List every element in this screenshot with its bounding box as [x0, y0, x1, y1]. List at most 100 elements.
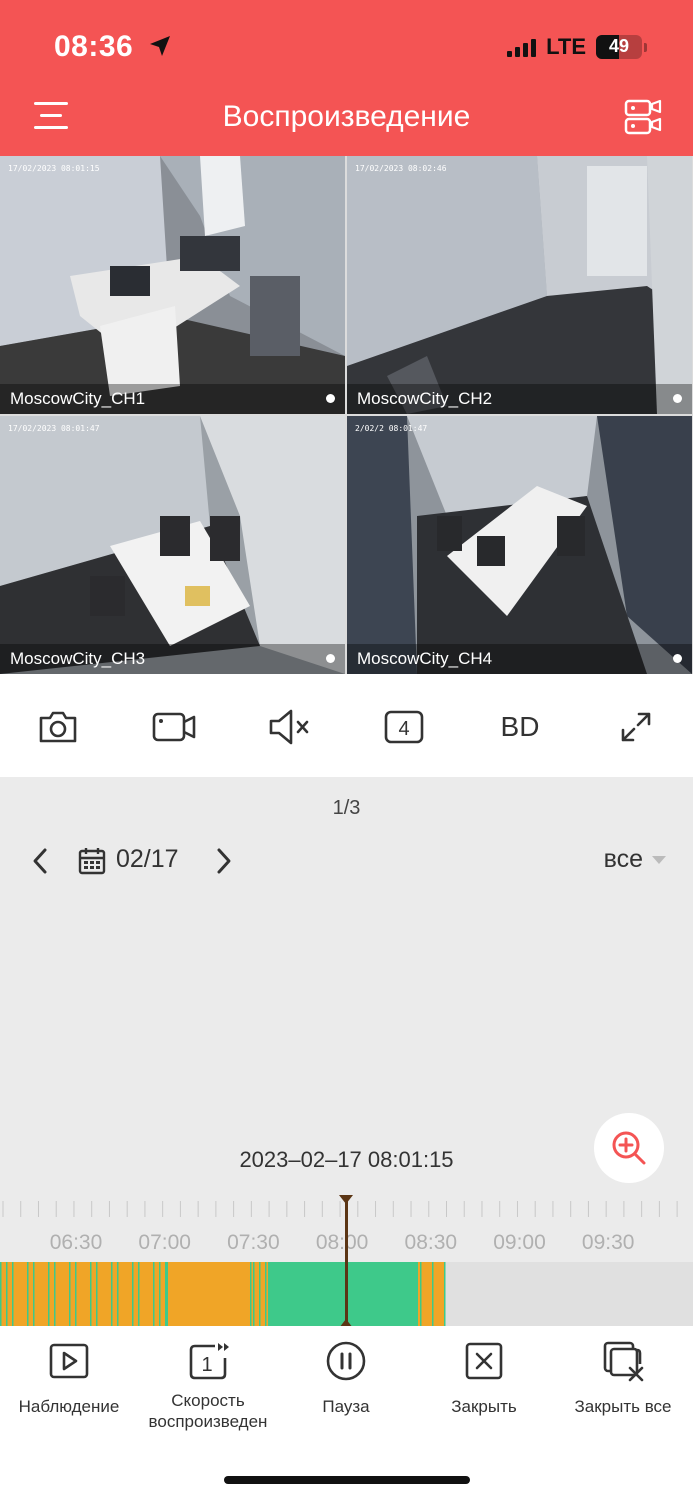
- network-label: LTE: [546, 34, 586, 59]
- location-arrow-icon: [150, 36, 170, 56]
- recording-segment: [117, 1262, 119, 1326]
- fullscreen-icon: [621, 712, 651, 742]
- battery-percent: 49: [608, 36, 630, 56]
- camera-tile-ch3[interactable]: 17/02/2023 08:01:47 MoscowCity_CH3: [0, 416, 345, 674]
- playback-toolbar: 4 BD: [0, 674, 693, 777]
- live-view-button[interactable]: Наблюдение: [0, 1340, 138, 1417]
- status-dot-icon: [673, 654, 682, 663]
- battery-icon: 49: [596, 35, 642, 59]
- recording-segment: [165, 1262, 168, 1326]
- recording-segment: [75, 1262, 77, 1326]
- camera-tile-ch1[interactable]: 17/02/2023 08:01:15 MoscowCity_CH1: [0, 156, 345, 414]
- pause-icon: [326, 1341, 366, 1381]
- quality-button[interactable]: BD: [497, 704, 543, 750]
- bottom-nav: Наблюдение 1 Скорость воспроизведен Пауз…: [0, 1326, 693, 1500]
- camera-name: MoscowCity_CH2: [357, 389, 493, 408]
- calendar-icon[interactable]: [78, 847, 106, 875]
- timeline-cursor[interactable]: [345, 1197, 348, 1326]
- playback-speed-button[interactable]: 1 Скорость воспроизведен: [139, 1340, 277, 1433]
- timeline[interactable]: 06:30 07:00 07:30 08:00 08:30 09:00 09:30: [0, 1195, 693, 1328]
- bottom-nav-label: Закрыть все: [574, 1397, 672, 1416]
- selected-date[interactable]: 02/17: [116, 845, 179, 874]
- camera-osd-timestamp: 17/02/2023 08:02:46: [355, 164, 447, 173]
- recording-segment: [96, 1262, 98, 1326]
- speed-icon: 1: [189, 1343, 229, 1380]
- recording-segment: [159, 1262, 161, 1326]
- split-4-icon: 4: [384, 710, 424, 744]
- recording-segment: [268, 1262, 418, 1326]
- fullscreen-button[interactable]: [613, 704, 659, 750]
- home-indicator: [224, 1476, 470, 1484]
- close-all-button[interactable]: Закрыть все: [554, 1340, 692, 1417]
- close-all-icon: [603, 1341, 644, 1382]
- video-record-icon: [152, 712, 196, 742]
- mute-button[interactable]: [266, 704, 312, 750]
- camera-feed-image: [347, 156, 692, 414]
- camera-name: MoscowCity_CH3: [10, 649, 146, 668]
- recording-segment: [54, 1262, 56, 1326]
- timeline-tick-label: 09:00: [493, 1231, 546, 1254]
- camera-osd-timestamp: 2/02/2 08:01:47: [355, 424, 428, 433]
- timeline-tick-label: 07:30: [227, 1231, 280, 1254]
- snapshot-button[interactable]: [35, 704, 81, 750]
- camera-tile-ch4[interactable]: 2/02/2 08:01:47 MoscowCity_CH4: [347, 416, 692, 674]
- recording-segment: [153, 1262, 155, 1326]
- status-time: 08:36: [54, 30, 134, 63]
- status-dot-icon: [673, 394, 682, 403]
- recording-segment: [69, 1262, 71, 1326]
- playback-panel: 1/3 02/17 все 2023–02–17 08:01:15 06:30 …: [0, 777, 693, 1328]
- quality-label: BD: [500, 711, 540, 742]
- mute-icon: [269, 709, 309, 745]
- play-icon: [49, 1343, 89, 1379]
- current-timestamp: 2023–02–17 08:01:15: [239, 1147, 454, 1172]
- bottom-nav-label: Пауза: [322, 1397, 370, 1416]
- timeline-tick-label: 07:00: [138, 1231, 191, 1254]
- camera-name: MoscowCity_CH1: [10, 389, 146, 408]
- camera-feed-image: [347, 416, 692, 674]
- recording-segment: [132, 1262, 134, 1326]
- app-header: 08:36 LTE 49 Воспроизведение: [0, 0, 693, 156]
- camera-osd-timestamp: 17/02/2023 08:01:47: [8, 424, 100, 433]
- recording-segment: [420, 1262, 422, 1326]
- status-indicators: LTE 49: [507, 34, 647, 60]
- record-type-filter[interactable]: все: [604, 845, 667, 874]
- status-dot-icon: [326, 654, 335, 663]
- camera-feed-image: [0, 156, 345, 414]
- speed-value: 1: [201, 1354, 212, 1376]
- timeline-tick-label: 08:30: [404, 1231, 458, 1254]
- timeline-tick-label: 09:30: [581, 1231, 635, 1254]
- status-dot-icon: [326, 394, 335, 403]
- camera-feed-image: [0, 416, 345, 674]
- close-button[interactable]: Закрыть: [415, 1340, 553, 1417]
- recording-segment: [0, 1262, 2, 1326]
- cursor-top-marker: [339, 1195, 353, 1204]
- pause-button[interactable]: Пауза: [277, 1340, 415, 1417]
- page-indicator: 1/3: [332, 797, 361, 819]
- record-button[interactable]: [151, 704, 197, 750]
- signal-icon: [507, 37, 537, 57]
- recording-segment: [111, 1262, 113, 1326]
- page-title: Воспроизведение: [222, 100, 471, 133]
- recording-segment: [250, 1262, 252, 1326]
- chevron-left-icon[interactable]: [28, 845, 52, 877]
- timeline-tick-label: 06:30: [49, 1231, 103, 1254]
- camera-tile-ch2[interactable]: 17/02/2023 08:02:46 MoscowCity_CH2: [347, 156, 692, 414]
- caret-down-icon: [652, 855, 666, 864]
- close-icon: [465, 1342, 503, 1380]
- recording-segment: [90, 1262, 92, 1326]
- bottom-nav-label: Скорость воспроизведен: [148, 1391, 268, 1432]
- recording-segment: [259, 1262, 261, 1326]
- chevron-right-icon[interactable]: [212, 845, 236, 877]
- recording-segment: [6, 1262, 8, 1326]
- timeline-tick-label: 08:00: [315, 1231, 369, 1254]
- date-selector: 02/17 все: [0, 841, 693, 881]
- recording-segment: [48, 1262, 50, 1326]
- device-list-icon[interactable]: [624, 98, 662, 136]
- recording-segment: [33, 1262, 35, 1326]
- recording-segment: [12, 1262, 14, 1326]
- recording-segment: [138, 1262, 140, 1326]
- camera-name: MoscowCity_CH4: [357, 649, 493, 668]
- recording-segment: [27, 1262, 29, 1326]
- recording-segment: [265, 1262, 267, 1326]
- split-screen-button[interactable]: 4: [381, 704, 427, 750]
